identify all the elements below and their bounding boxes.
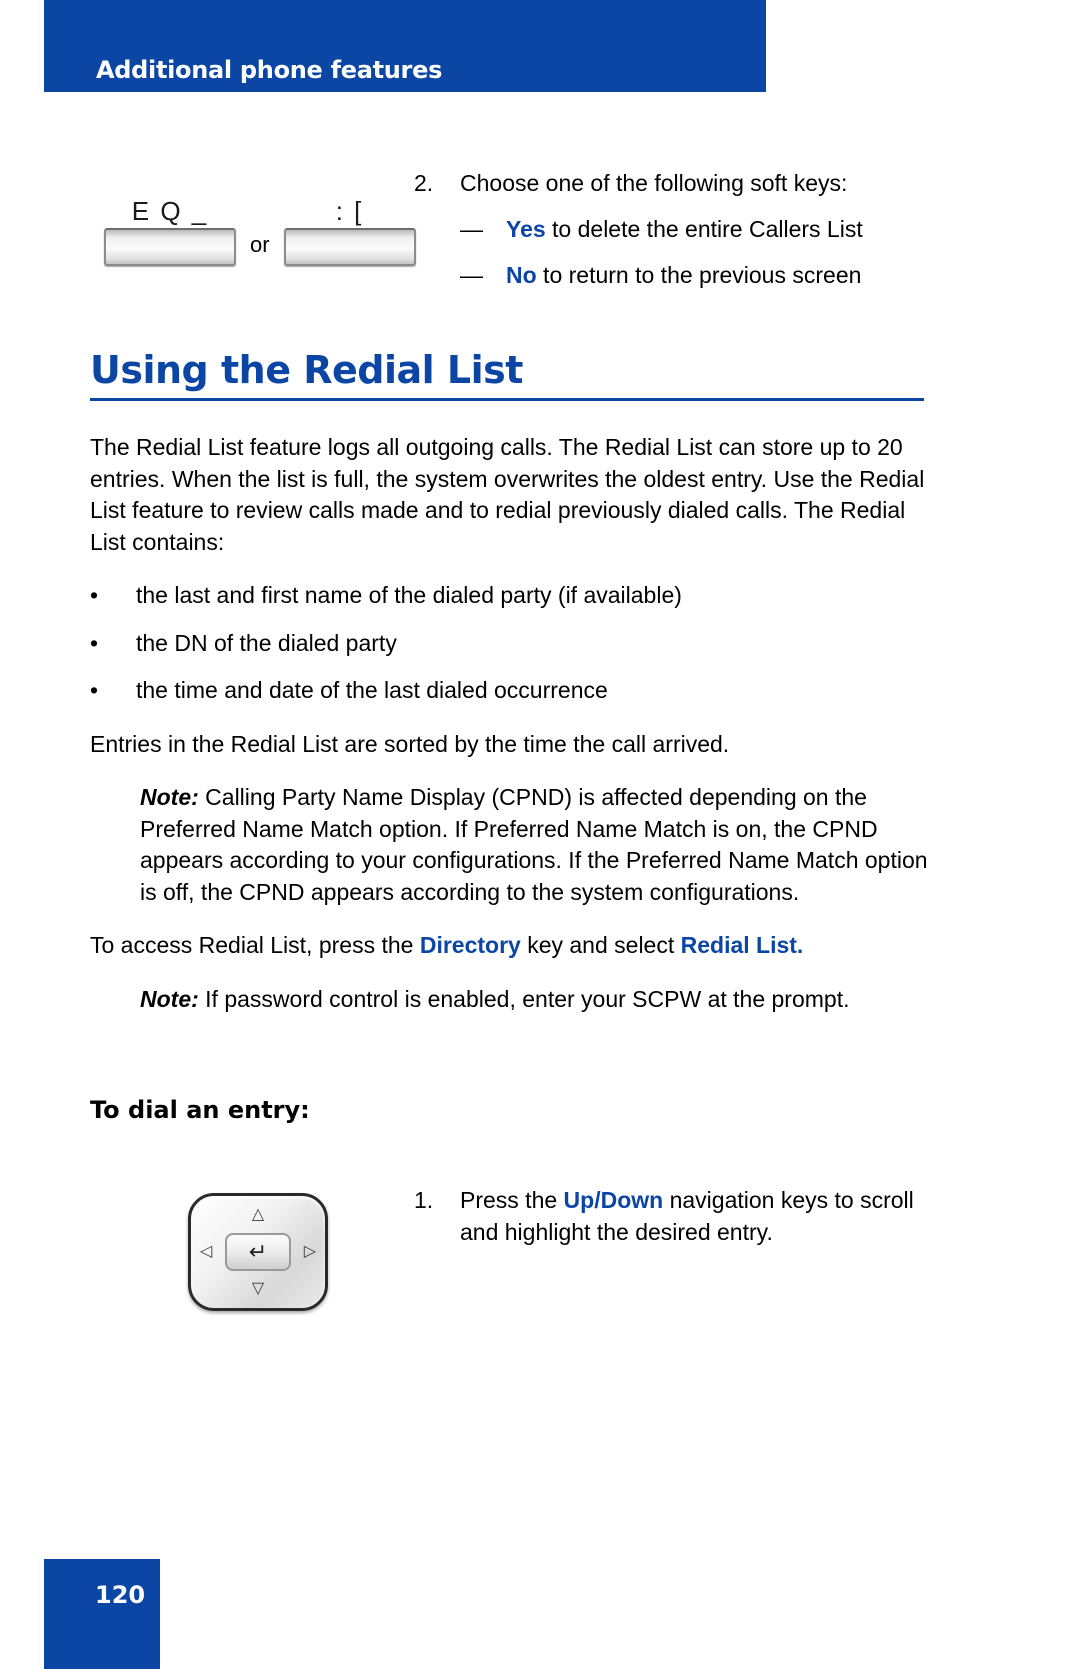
softkey-button-icon — [283, 228, 416, 266]
yes-softkey-label: Yes — [506, 216, 546, 242]
redial-list-menu-label: Redial List. — [680, 932, 804, 958]
nav-up-arrow-icon: △ — [251, 1206, 265, 1223]
section-heading: Using the Redial List — [90, 348, 523, 392]
step-2-option-no: — No to return to the previous screen — [414, 252, 934, 298]
footer-band — [44, 1559, 160, 1669]
list-item-label: the last and first name of the dialed pa… — [136, 582, 682, 608]
note-password: Note: If password control is enabled, en… — [90, 984, 940, 1016]
no-option-desc: to return to the previous screen — [536, 262, 862, 288]
nav-enter-key-icon: ↵ — [225, 1233, 291, 1271]
softkey-right-group: : [ — [283, 196, 416, 266]
softkey-graphic-group: E Q _ or : [ — [104, 196, 416, 266]
page-number: 120 — [95, 1581, 146, 1609]
page-title: Additional phone features — [96, 56, 443, 84]
yes-option-desc: to delete the entire Callers List — [545, 216, 863, 242]
em-dash-marker: — — [460, 216, 483, 242]
navigation-key-icon: △ ▽ ◁ ▷ ↵ — [188, 1193, 328, 1311]
note-cpnd-text: Calling Party Name Display (CPND) is aff… — [140, 784, 928, 905]
list-item-label: the DN of the dialed party — [136, 629, 397, 656]
step-2-option-yes-text: Yes to delete the entire Callers List — [506, 206, 863, 252]
up-down-key-label: Up/Down — [563, 1187, 664, 1213]
nav-left-arrow-icon: ◁ — [200, 1243, 213, 1260]
step-2-option-no-text: No to return to the previous screen — [506, 252, 861, 298]
list-item: • the DN of the dialed party — [90, 628, 940, 660]
access-prefix-text: To access Redial List, press the — [90, 932, 420, 958]
redial-contents-list: • the last and first name of the dialed … — [90, 580, 940, 707]
step-2-option-yes: — Yes to delete the entire Callers List — [414, 206, 934, 252]
intro-paragraph: The Redial List feature logs all outgoin… — [90, 434, 925, 555]
heading-divider — [90, 398, 924, 401]
directory-key-label: Directory — [419, 932, 521, 958]
step-1-row: 1. Press the Up/Down navigation keys to … — [414, 1184, 934, 1248]
nav-right-arrow-icon: ▷ — [303, 1243, 316, 1260]
list-item-label: the time and date of the last dialed occ… — [136, 677, 608, 703]
list-item: • the time and date of the last dialed o… — [90, 675, 940, 707]
step-2-instruction: Choose one of the following soft keys: — [460, 170, 848, 196]
step-2-block: 2. Choose one of the following soft keys… — [414, 160, 934, 298]
step-1-prefix: Press the — [460, 1187, 564, 1213]
body-content: The Redial List feature logs all outgoin… — [90, 432, 940, 1037]
to-dial-an-entry-subheading: To dial an entry: — [90, 1096, 310, 1124]
access-redial-paragraph: To access Redial List, press the Directo… — [90, 930, 940, 962]
note-cpnd: Note: Calling Party Name Display (CPND) … — [90, 782, 940, 908]
note-password-text: If password control is enabled, enter yo… — [198, 985, 850, 1012]
note-label: Note: — [140, 985, 199, 1012]
no-softkey-label: No — [506, 262, 537, 288]
step-1-block: 1. Press the Up/Down navigation keys to … — [414, 1184, 934, 1248]
step-2-number: 2. — [414, 170, 434, 196]
em-dash-marker: — — [460, 262, 483, 288]
softkey-or-label: or — [250, 232, 270, 257]
bullet-marker-icon: • — [90, 582, 99, 608]
sorted-paragraph: Entries in the Redial List are sorted by… — [90, 730, 730, 757]
note-label: Note: — [140, 784, 199, 810]
softkey-left-label: E Q _ — [131, 196, 209, 226]
softkey-left-group: E Q _ — [104, 196, 236, 266]
nav-down-arrow-icon: ▽ — [251, 1280, 265, 1297]
bullet-marker-icon: • — [90, 629, 99, 656]
step-1-text: Press the Up/Down navigation keys to scr… — [460, 1184, 934, 1248]
access-middle-text: key and select — [520, 932, 681, 958]
softkey-right-label: : [ — [335, 196, 364, 226]
step-1-number: 1. — [414, 1187, 434, 1213]
softkey-button-icon — [104, 228, 236, 266]
step-2-row: 2. Choose one of the following soft keys… — [414, 160, 934, 206]
bullet-marker-icon: • — [90, 677, 99, 703]
list-item: • the last and first name of the dialed … — [90, 580, 940, 612]
